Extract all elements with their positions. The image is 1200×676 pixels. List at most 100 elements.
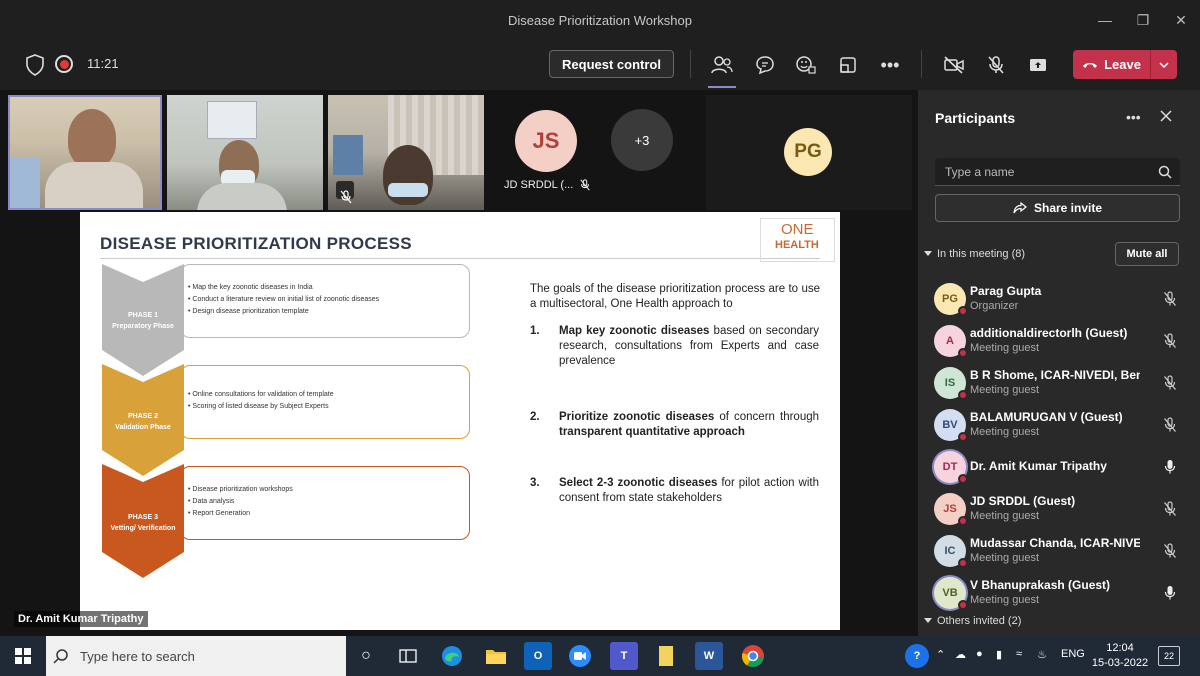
mic-off-icon[interactable] bbox=[1162, 375, 1178, 391]
meeting-timer: 11:21 bbox=[87, 56, 119, 71]
help-icon[interactable]: ? bbox=[905, 644, 929, 668]
avatar: IS bbox=[934, 367, 968, 400]
people-icon[interactable] bbox=[708, 51, 736, 79]
participant-row[interactable]: Aadditionaldirectorlh (Guest) Meeting gue… bbox=[918, 320, 1200, 362]
slide-divider bbox=[100, 258, 820, 259]
avatar[interactable]: JS bbox=[515, 110, 577, 172]
search-icon[interactable] bbox=[1158, 165, 1172, 179]
mic-off-icon[interactable] bbox=[1162, 501, 1178, 517]
presence-status-icon bbox=[958, 390, 968, 400]
task-view-icon[interactable]: ○ bbox=[352, 642, 380, 670]
breakout-rooms-icon[interactable] bbox=[834, 51, 862, 79]
chevron-up-icon[interactable]: ⌃ bbox=[936, 648, 945, 661]
language-indicator[interactable]: ENG bbox=[1061, 648, 1085, 660]
request-control-button[interactable]: Request control bbox=[549, 50, 674, 78]
video-tile-organizer[interactable]: PG bbox=[706, 95, 912, 210]
volume-icon[interactable]: ♨ bbox=[1037, 648, 1047, 661]
phase-2-bullets: • Online consultations for validation of… bbox=[188, 391, 334, 410]
clock-time: 12:04 bbox=[1106, 642, 1134, 654]
participant-name: Dr. Amit Kumar Tripathy bbox=[970, 459, 1107, 473]
mic-off-icon[interactable] bbox=[1162, 291, 1178, 307]
participant-row[interactable]: VB V Bhanuprakash (Guest) Meeting guest bbox=[918, 572, 1200, 614]
video-tile-speaker[interactable] bbox=[8, 95, 162, 210]
taskbar-search-input[interactable] bbox=[74, 636, 334, 676]
phase-1-label: PHASE 1 Preparatory Phase bbox=[112, 312, 174, 330]
recording-icon[interactable] bbox=[55, 55, 73, 73]
participant-role: Meeting guest bbox=[970, 342, 1040, 354]
taskbar-clock[interactable]: 12:04 15-03-2022 bbox=[1090, 641, 1150, 671]
mic-off-icon[interactable] bbox=[982, 51, 1010, 79]
mic-off-icon[interactable] bbox=[1162, 417, 1178, 433]
file-explorer-icon[interactable] bbox=[482, 642, 510, 670]
mic-on-icon[interactable] bbox=[1162, 459, 1178, 475]
mic-off-icon[interactable] bbox=[1162, 333, 1178, 349]
mute-all-button[interactable]: Mute all bbox=[1115, 242, 1179, 266]
participant-name: B R Shome, ICAR-NIVEDI, Benga... bbox=[970, 368, 1140, 382]
in-meeting-section-toggle[interactable]: In this meeting (8) bbox=[924, 248, 1025, 260]
participant-name: JD SRDDL (... bbox=[504, 179, 574, 191]
participant-row[interactable]: ISB R Shome, ICAR-NIVEDI, Benga... Meetin… bbox=[918, 362, 1200, 404]
leave-button[interactable]: Leave bbox=[1073, 50, 1177, 79]
minimize-icon[interactable]: — bbox=[1086, 0, 1124, 40]
more-options-icon[interactable]: ••• bbox=[1126, 109, 1141, 125]
chat-icon[interactable] bbox=[751, 51, 779, 79]
battery-icon[interactable]: ▮ bbox=[996, 648, 1002, 661]
video-stage: JS JD SRDDL (... +3 PG DISEASE PRIORITIZ… bbox=[0, 90, 918, 636]
video-tile-participant[interactable] bbox=[167, 95, 323, 210]
participant-row[interactable]: PG Parag Gupta Organizer bbox=[918, 278, 1200, 320]
leave-label: Leave bbox=[1104, 57, 1141, 72]
participant-search bbox=[935, 158, 1180, 186]
participant-row[interactable]: JS JD SRDDL (Guest) Meeting guest bbox=[918, 488, 1200, 530]
edge-icon[interactable] bbox=[438, 642, 466, 670]
chrome-icon[interactable] bbox=[739, 642, 767, 670]
more-participants-button[interactable]: +3 bbox=[611, 109, 673, 171]
microphone-icon[interactable]: ● bbox=[976, 648, 983, 660]
participant-search-input[interactable] bbox=[935, 158, 1180, 186]
presence-status-icon bbox=[958, 474, 968, 484]
participant-role: Organizer bbox=[970, 300, 1019, 312]
presence-status-icon bbox=[958, 348, 968, 358]
participant-role: Meeting guest bbox=[970, 384, 1040, 396]
onedrive-icon[interactable]: ☁ bbox=[955, 648, 966, 661]
title-bar: Disease Prioritization Workshop — ❐ ✕ bbox=[0, 0, 1200, 40]
mic-off-icon bbox=[580, 179, 590, 191]
participant-role: Meeting guest bbox=[970, 594, 1040, 606]
others-invited-toggle[interactable]: Others invited (2) bbox=[924, 615, 1021, 627]
chevron-down-icon bbox=[924, 618, 932, 623]
reactions-icon[interactable] bbox=[792, 51, 820, 79]
word-icon[interactable]: W bbox=[695, 642, 723, 670]
participant-row[interactable]: DT Dr. Amit Kumar Tripathy bbox=[918, 446, 1200, 488]
share-invite-button[interactable]: Share invite bbox=[935, 194, 1180, 222]
share-invite-label: Share invite bbox=[1033, 201, 1103, 215]
avatar: IC bbox=[934, 535, 968, 568]
notes-icon[interactable] bbox=[652, 642, 680, 670]
share-screen-icon[interactable] bbox=[1024, 51, 1052, 79]
in-meeting-label: In this meeting (8) bbox=[937, 248, 1026, 260]
presence-status-icon bbox=[958, 516, 968, 526]
close-window-icon[interactable]: ✕ bbox=[1162, 0, 1200, 40]
search-icon bbox=[53, 649, 68, 664]
widgets-icon[interactable] bbox=[394, 642, 422, 670]
teams-icon[interactable]: T bbox=[610, 642, 638, 670]
wifi-icon[interactable]: ≈ bbox=[1016, 648, 1022, 660]
presence-status-icon bbox=[958, 600, 968, 610]
participant-row[interactable]: BV BALAMURUGAN V (Guest) Meeting guest bbox=[918, 404, 1200, 446]
presence-status-icon bbox=[958, 432, 968, 442]
mic-on-icon[interactable] bbox=[1162, 585, 1178, 601]
phone-hangup-icon bbox=[1083, 62, 1098, 68]
close-icon[interactable] bbox=[1158, 108, 1174, 124]
participant-row[interactable]: ICMudassar Chanda, ICAR-NIVEDI ... Meetin… bbox=[918, 530, 1200, 572]
chevron-down-icon[interactable] bbox=[1151, 61, 1177, 68]
shield-icon[interactable] bbox=[24, 53, 46, 77]
participant-role: Meeting guest bbox=[970, 552, 1040, 564]
restore-icon[interactable]: ❐ bbox=[1124, 0, 1162, 40]
zoom-icon[interactable] bbox=[566, 642, 594, 670]
mic-off-icon[interactable] bbox=[1162, 543, 1178, 559]
participant-role: Meeting guest bbox=[970, 426, 1040, 438]
windows-start-icon[interactable] bbox=[0, 636, 46, 676]
camera-off-icon[interactable] bbox=[940, 51, 968, 79]
avatar: BV bbox=[934, 409, 968, 442]
outlook-icon[interactable]: O bbox=[524, 642, 552, 670]
notification-count[interactable]: 22 bbox=[1158, 646, 1180, 666]
more-actions-icon[interactable]: ••• bbox=[876, 51, 904, 79]
